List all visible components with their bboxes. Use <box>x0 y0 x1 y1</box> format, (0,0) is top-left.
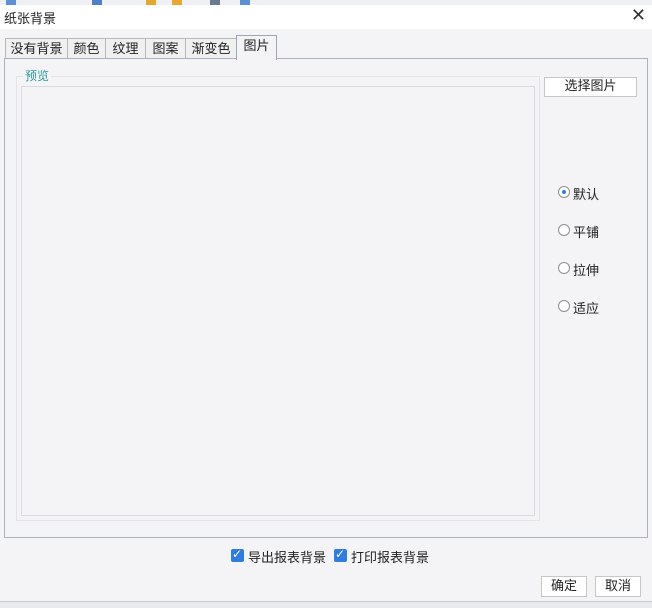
radio-circle <box>558 224 570 236</box>
tab-image[interactable]: 图片 <box>236 35 277 60</box>
tab-pattern[interactable]: 图案 <box>145 38 186 59</box>
background-bottom-strip <box>0 601 652 608</box>
dialog-body: 没有背景 颜色 纹理 图案 渐变色 图片 预览 选择图片 默认 平铺 拉伸 适应 <box>0 29 652 608</box>
checkbox-box: ✓ <box>334 547 347 562</box>
preview-label: 预览 <box>23 67 52 84</box>
radio-label: 适应 <box>573 302 600 317</box>
radio-label: 平铺 <box>573 226 600 241</box>
checkbox-box: ✓ <box>231 547 244 562</box>
tab-color[interactable]: 颜色 <box>67 38 106 59</box>
radio-label: 默认 <box>573 188 600 203</box>
radio-circle <box>558 186 570 198</box>
preview-group: 预览 <box>16 67 540 521</box>
radio-selected-dot <box>562 190 566 194</box>
dialog-title: 纸张背景 <box>4 12 57 27</box>
cancel-button[interactable]: 取消 <box>595 576 641 597</box>
radio-label: 拉伸 <box>573 264 600 279</box>
tab-gradient[interactable]: 渐变色 <box>185 38 237 59</box>
check-icon: ✓ <box>335 547 346 561</box>
tab-texture[interactable]: 纹理 <box>105 38 146 59</box>
checkbox-label: 打印报表背景 <box>351 551 430 566</box>
tab-no-background[interactable]: 没有背景 <box>5 38 68 59</box>
select-image-button[interactable]: 选择图片 <box>544 77 637 97</box>
dialog-title-bar: 纸张背景 ✕ <box>0 5 652 29</box>
radio-circle <box>558 300 570 312</box>
preview-area <box>21 86 535 516</box>
checkbox-label: 导出报表背景 <box>248 551 327 566</box>
image-tab-panel: 预览 选择图片 默认 平铺 拉伸 适应 <box>4 58 648 538</box>
check-icon: ✓ <box>232 547 243 561</box>
ok-button[interactable]: 确定 <box>541 576 587 597</box>
radio-circle <box>558 262 570 274</box>
close-icon[interactable]: ✕ <box>631 6 646 26</box>
